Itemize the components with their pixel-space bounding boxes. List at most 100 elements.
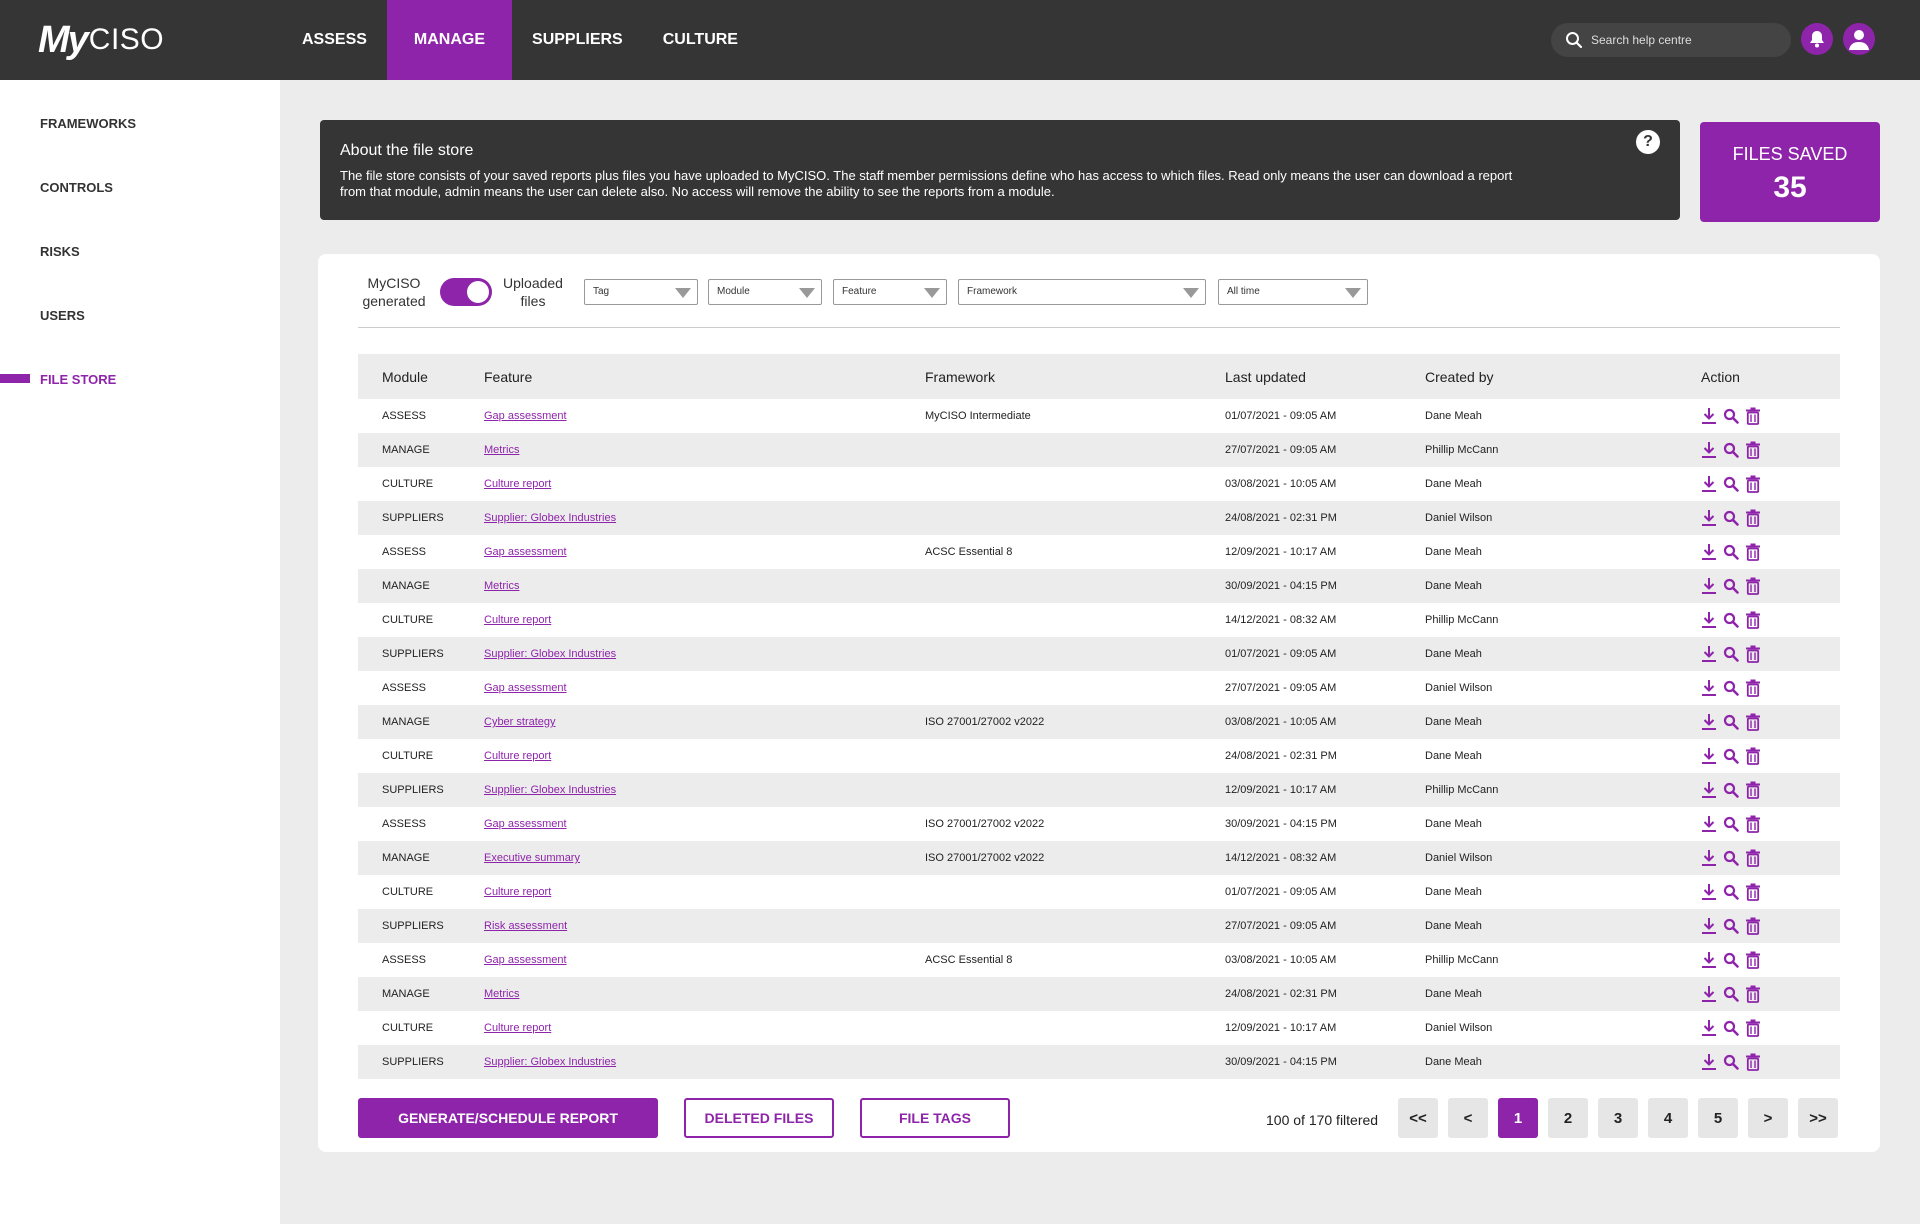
delete-icon[interactable] — [1745, 577, 1761, 595]
delete-icon[interactable] — [1745, 713, 1761, 731]
cell-feature-link[interactable]: Gap assessment — [484, 671, 925, 705]
help-icon[interactable]: ? — [1636, 130, 1660, 154]
delete-icon[interactable] — [1745, 1019, 1761, 1037]
view-icon[interactable] — [1723, 577, 1739, 595]
view-icon[interactable] — [1723, 781, 1739, 799]
delete-icon[interactable] — [1745, 611, 1761, 629]
cell-feature-link[interactable]: Gap assessment — [484, 943, 925, 977]
page-button[interactable]: 2 — [1548, 1098, 1588, 1138]
feature-link[interactable]: Supplier: Globex Industries — [484, 1056, 616, 1068]
page-button[interactable]: 1 — [1498, 1098, 1538, 1138]
cell-feature-link[interactable]: Gap assessment — [484, 535, 925, 569]
sidebar-item-file-store[interactable]: FILE STORE — [40, 372, 116, 387]
filter-time[interactable]: All time — [1218, 279, 1368, 305]
view-icon[interactable] — [1723, 849, 1739, 867]
feature-link[interactable]: Supplier: Globex Industries — [484, 784, 616, 796]
page-button[interactable]: 5 — [1698, 1098, 1738, 1138]
feature-link[interactable]: Culture report — [484, 614, 551, 626]
sidebar-item-risks[interactable]: RISKS — [40, 244, 80, 259]
view-icon[interactable] — [1723, 679, 1739, 697]
cell-feature-link[interactable]: Supplier: Globex Industries — [484, 637, 925, 671]
delete-icon[interactable] — [1745, 543, 1761, 561]
sidebar-item-users[interactable]: USERS — [40, 308, 85, 323]
download-icon[interactable] — [1701, 815, 1717, 833]
filter-feature[interactable]: Feature — [833, 279, 947, 305]
col-feature[interactable]: Feature — [484, 354, 925, 399]
delete-icon[interactable] — [1745, 747, 1761, 765]
view-icon[interactable] — [1723, 475, 1739, 493]
download-icon[interactable] — [1701, 543, 1717, 561]
view-icon[interactable] — [1723, 917, 1739, 935]
feature-link[interactable]: Gap assessment — [484, 818, 567, 830]
cell-feature-link[interactable]: Culture report — [484, 467, 925, 501]
view-icon[interactable] — [1723, 543, 1739, 561]
view-icon[interactable] — [1723, 645, 1739, 663]
sidebar-item-frameworks[interactable]: FRAMEWORKS — [40, 116, 136, 131]
logo[interactable]: My CISO — [38, 18, 164, 62]
download-icon[interactable] — [1701, 883, 1717, 901]
feature-link[interactable]: Gap assessment — [484, 546, 567, 558]
cell-feature-link[interactable]: Culture report — [484, 739, 925, 773]
download-icon[interactable] — [1701, 713, 1717, 731]
download-icon[interactable] — [1701, 611, 1717, 629]
nav-culture[interactable]: CULTURE — [643, 0, 758, 80]
cell-feature-link[interactable]: Culture report — [484, 603, 925, 637]
delete-icon[interactable] — [1745, 917, 1761, 935]
download-icon[interactable] — [1701, 985, 1717, 1003]
download-icon[interactable] — [1701, 1019, 1717, 1037]
cell-feature-link[interactable]: Metrics — [484, 977, 925, 1011]
delete-icon[interactable] — [1745, 509, 1761, 527]
sidebar-item-controls[interactable]: CONTROLS — [40, 180, 113, 195]
delete-icon[interactable] — [1745, 441, 1761, 459]
download-icon[interactable] — [1701, 577, 1717, 595]
page-button[interactable]: >> — [1798, 1098, 1838, 1138]
cell-feature-link[interactable]: Culture report — [484, 875, 925, 909]
col-module[interactable]: Module — [358, 354, 484, 399]
nav-assess[interactable]: ASSESS — [282, 0, 387, 80]
filter-module[interactable]: Module — [708, 279, 822, 305]
filter-framework[interactable]: Framework — [958, 279, 1206, 305]
view-icon[interactable] — [1723, 815, 1739, 833]
page-button[interactable]: > — [1748, 1098, 1788, 1138]
feature-link[interactable]: Gap assessment — [484, 410, 567, 422]
download-icon[interactable] — [1701, 951, 1717, 969]
view-icon[interactable] — [1723, 747, 1739, 765]
view-icon[interactable] — [1723, 985, 1739, 1003]
col-framework[interactable]: Framework — [925, 354, 1225, 399]
feature-link[interactable]: Supplier: Globex Industries — [484, 648, 616, 660]
page-button[interactable]: 4 — [1648, 1098, 1688, 1138]
download-icon[interactable] — [1701, 849, 1717, 867]
feature-link[interactable]: Metrics — [484, 580, 519, 592]
generate-report-button[interactable]: GENERATE/SCHEDULE REPORT — [358, 1098, 658, 1138]
view-icon[interactable] — [1723, 407, 1739, 425]
view-icon[interactable] — [1723, 509, 1739, 527]
view-icon[interactable] — [1723, 1053, 1739, 1071]
download-icon[interactable] — [1701, 645, 1717, 663]
page-button[interactable]: 3 — [1598, 1098, 1638, 1138]
delete-icon[interactable] — [1745, 883, 1761, 901]
page-button[interactable]: << — [1398, 1098, 1438, 1138]
source-toggle[interactable] — [440, 278, 492, 306]
cell-feature-link[interactable]: Metrics — [484, 569, 925, 603]
feature-link[interactable]: Executive summary — [484, 852, 580, 864]
delete-icon[interactable] — [1745, 407, 1761, 425]
cell-feature-link[interactable]: Executive summary — [484, 841, 925, 875]
search-input[interactable] — [1591, 33, 1781, 47]
view-icon[interactable] — [1723, 1019, 1739, 1037]
delete-icon[interactable] — [1745, 849, 1761, 867]
delete-icon[interactable] — [1745, 679, 1761, 697]
col-created-by[interactable]: Created by — [1425, 354, 1701, 399]
download-icon[interactable] — [1701, 1053, 1717, 1071]
download-icon[interactable] — [1701, 475, 1717, 493]
feature-link[interactable]: Gap assessment — [484, 682, 567, 694]
nav-manage[interactable]: MANAGE — [386, 0, 513, 80]
filter-tag[interactable]: Tag — [584, 279, 698, 305]
feature-link[interactable]: Culture report — [484, 886, 551, 898]
delete-icon[interactable] — [1745, 781, 1761, 799]
download-icon[interactable] — [1701, 781, 1717, 799]
feature-link[interactable]: Culture report — [484, 478, 551, 490]
feature-link[interactable]: Supplier: Globex Industries — [484, 512, 616, 524]
delete-icon[interactable] — [1745, 645, 1761, 663]
feature-link[interactable]: Culture report — [484, 1022, 551, 1034]
notifications-button[interactable] — [1801, 23, 1833, 55]
